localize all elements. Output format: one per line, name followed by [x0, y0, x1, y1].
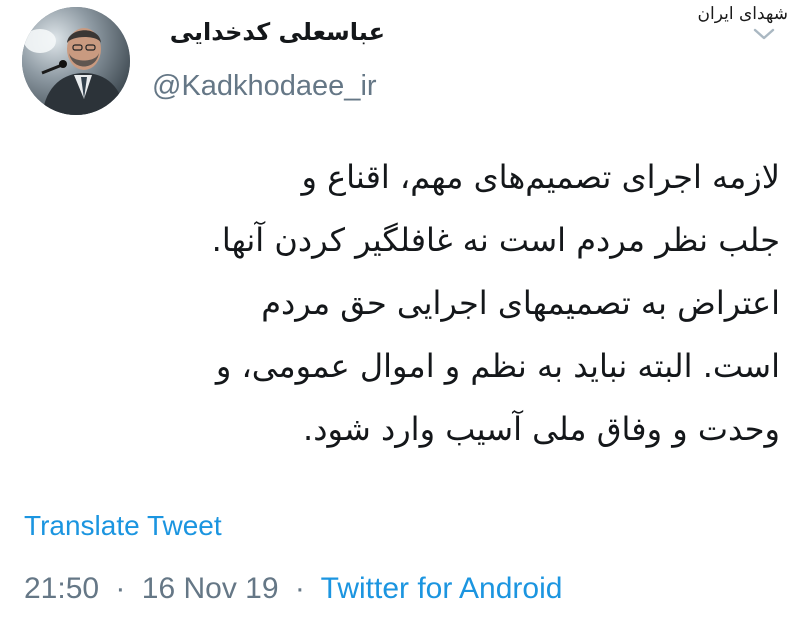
tweet-line: اعتراض به تصمیمهای اجرایی حق مردم — [261, 284, 780, 322]
user-handle[interactable]: @Kadkhodaee_ir — [152, 70, 377, 103]
meta-separator: · — [115, 572, 126, 605]
display-name[interactable]: عباسعلی کدخدایی — [155, 18, 385, 46]
tweet-line: است. البته نباید به نظم و اموال عمومی، و — [215, 347, 780, 385]
tweet-line: وحدت و وفاق ملی آسیب وارد شود. — [303, 410, 780, 448]
tweet-line: جلب نظر مردم است نه غافلگیر کردن آنها. — [211, 221, 780, 259]
tweet-date[interactable]: 16 Nov 19 — [142, 572, 279, 605]
chevron-down-icon[interactable] — [752, 26, 776, 42]
watermark-logo: شهدای ایران — [697, 4, 789, 24]
tweet-line: لازمه اجرای تصمیم‌های مهم، اقناع و — [301, 158, 780, 196]
avatar-image — [22, 7, 130, 115]
avatar[interactable] — [22, 7, 130, 115]
tweet-meta: 21:50 · 16 Nov 19 · Twitter for Android — [24, 572, 562, 606]
tweet-source-link[interactable]: Twitter for Android — [321, 572, 563, 605]
meta-separator: · — [294, 572, 305, 605]
translate-tweet-link[interactable]: Translate Tweet — [24, 510, 222, 542]
tweet-text: لازمه اجرای تصمیم‌های مهم، اقناع و جلب ن… — [20, 146, 780, 461]
tweet-time[interactable]: 21:50 — [24, 572, 99, 605]
